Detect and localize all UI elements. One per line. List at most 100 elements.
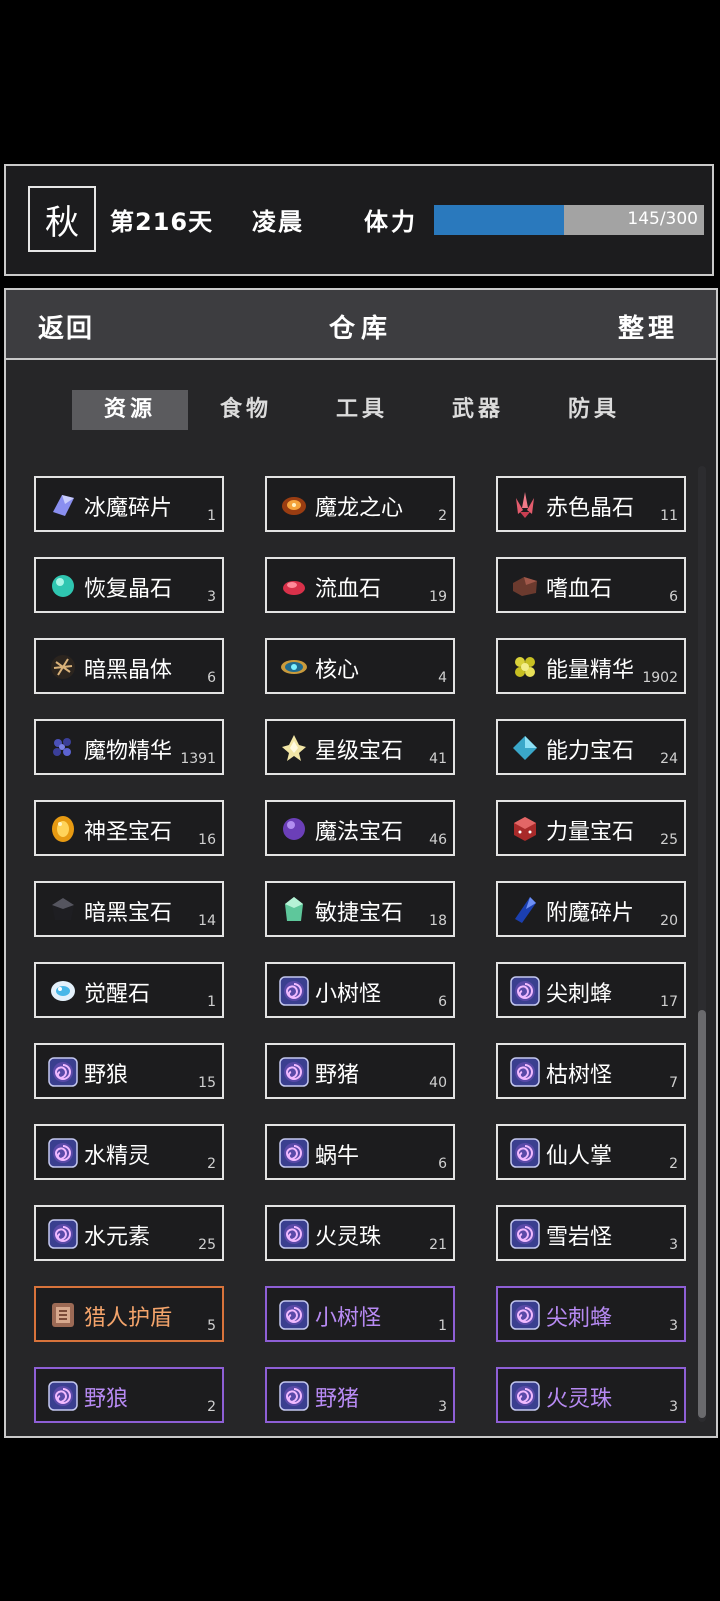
inventory-slot[interactable]: 野猪 40 [265,1043,455,1099]
vortex-icon [510,1057,540,1087]
item-count: 21 [429,1237,447,1253]
item-count: 25 [660,832,678,848]
item-name: 小树怪 [315,982,382,1007]
item-count: 24 [660,751,678,767]
inventory-slot[interactable]: 雪岩怪 3 [496,1205,686,1261]
inventory-slot[interactable]: 小树怪 6 [265,962,455,1018]
ability-gem-icon [510,733,540,763]
vortex-icon [279,1219,309,1249]
inventory-slot[interactable]: 觉醒石 1 [34,962,224,1018]
item-count: 3 [669,1237,678,1253]
stamina-value: 145/300 [627,209,698,229]
inventory-slot[interactable]: 小树怪 1 [265,1286,455,1342]
item-count: 46 [429,832,447,848]
red-crystal-icon [510,490,540,520]
inventory-slot[interactable]: 核心 4 [265,638,455,694]
item-name: 暗黑宝石 [84,901,173,926]
season-badge: 秋 [28,186,96,252]
inventory-slot[interactable]: 仙人掌 2 [496,1124,686,1180]
item-name: 核心 [315,658,360,683]
inventory-slot[interactable]: 尖刺蜂 3 [496,1286,686,1342]
sort-button[interactable]: 整理 [618,308,678,345]
item-count: 17 [660,994,678,1010]
inventory-slot[interactable]: 火灵珠 21 [265,1205,455,1261]
tab-food[interactable]: 食物 [188,390,304,430]
item-count: 11 [660,508,678,524]
item-count: 41 [429,751,447,767]
inventory-slot[interactable]: 神圣宝石 16 [34,800,224,856]
item-name: 能量精华 [546,658,635,683]
holy-gem-icon [48,814,78,844]
scrollbar[interactable] [698,466,706,1422]
tab-tools[interactable]: 工具 [304,390,420,430]
item-count: 3 [207,589,216,605]
item-name: 赤色晶石 [546,496,635,521]
stamina-fill [434,205,565,235]
inventory-slot[interactable]: 暗黑宝石 14 [34,881,224,937]
item-name: 仙人掌 [546,1144,613,1169]
energy-orbs-icon [510,652,540,682]
item-name: 力量宝石 [546,820,635,845]
item-name: 猎人护盾 [84,1306,173,1331]
inventory-slot[interactable]: 火灵珠 3 [496,1367,686,1423]
inventory-slot[interactable]: 赤色晶石 11 [496,476,686,532]
inventory-slot[interactable]: 冰魔碎片 1 [34,476,224,532]
tab-resources[interactable]: 资源 [72,390,188,430]
item-name: 雪岩怪 [546,1225,613,1250]
item-name: 恢复晶石 [84,577,173,602]
item-name: 小树怪 [315,1306,382,1331]
item-name: 神圣宝石 [84,820,173,845]
inventory-slot[interactable]: 蜗牛 6 [265,1124,455,1180]
warehouse-panel: 返回 仓库 整理 资源 食物 工具 武器 防具 冰魔碎片 1 魔龙之心 2 赤色晶石 11 恢复晶石… [4,288,718,1438]
shield-icon [48,1300,78,1330]
inventory-slot[interactable]: 流血石 19 [265,557,455,613]
vortex-icon [279,976,309,1006]
scroll-thumb[interactable] [698,1010,706,1418]
inventory-slot[interactable]: 魔龙之心 2 [265,476,455,532]
item-count: 25 [198,1237,216,1253]
brown-stone-icon [510,571,540,601]
dark-crystal-icon [48,652,78,682]
item-count: 2 [438,508,447,524]
inventory-slot[interactable]: 星级宝石 41 [265,719,455,775]
inventory-slot[interactable]: 能量精华 1902 [496,638,686,694]
inventory-slot[interactable]: 魔物精华 1391 [34,719,224,775]
item-count: 2 [207,1399,216,1415]
tab-armor[interactable]: 防具 [536,390,652,430]
item-name: 魔物精华 [84,739,173,764]
item-count: 18 [429,913,447,929]
inventory-slot[interactable]: 野猪 3 [265,1367,455,1423]
item-count: 6 [669,589,678,605]
inventory-slot[interactable]: 魔法宝石 46 [265,800,455,856]
item-count: 6 [207,670,216,686]
vortex-icon [510,976,540,1006]
vortex-icon [279,1138,309,1168]
item-name: 星级宝石 [315,739,404,764]
item-count: 19 [429,589,447,605]
inventory-slot[interactable]: 野狼 2 [34,1367,224,1423]
item-count: 1 [207,508,216,524]
inventory-slot[interactable]: 力量宝石 25 [496,800,686,856]
inventory-slot[interactable]: 尖刺蜂 17 [496,962,686,1018]
inventory-slot[interactable]: 水元素 25 [34,1205,224,1261]
inventory-slot[interactable]: 暗黑晶体 6 [34,638,224,694]
item-count: 15 [198,1075,216,1091]
inventory-slot[interactable]: 能力宝石 24 [496,719,686,775]
inventory-slot[interactable]: 附魔碎片 20 [496,881,686,937]
item-name: 尖刺蜂 [546,1306,613,1331]
inventory-slot[interactable]: 水精灵 2 [34,1124,224,1180]
item-name: 流血石 [315,577,382,602]
inventory-slot[interactable]: 野狼 15 [34,1043,224,1099]
inventory-slot[interactable]: 恢复晶石 3 [34,557,224,613]
inventory-slot[interactable]: 枯树怪 7 [496,1043,686,1099]
inventory-slot[interactable]: 敏捷宝石 18 [265,881,455,937]
vortex-icon [510,1219,540,1249]
item-name: 野猪 [315,1063,360,1088]
inventory-slot[interactable]: 嗜血石 6 [496,557,686,613]
inventory-slot[interactable]: 猎人护盾 5 [34,1286,224,1342]
item-count: 1 [207,994,216,1010]
tab-weapons[interactable]: 武器 [420,390,536,430]
vortex-icon [48,1138,78,1168]
cyan-gem-icon [48,571,78,601]
item-name: 觉醒石 [84,982,151,1007]
